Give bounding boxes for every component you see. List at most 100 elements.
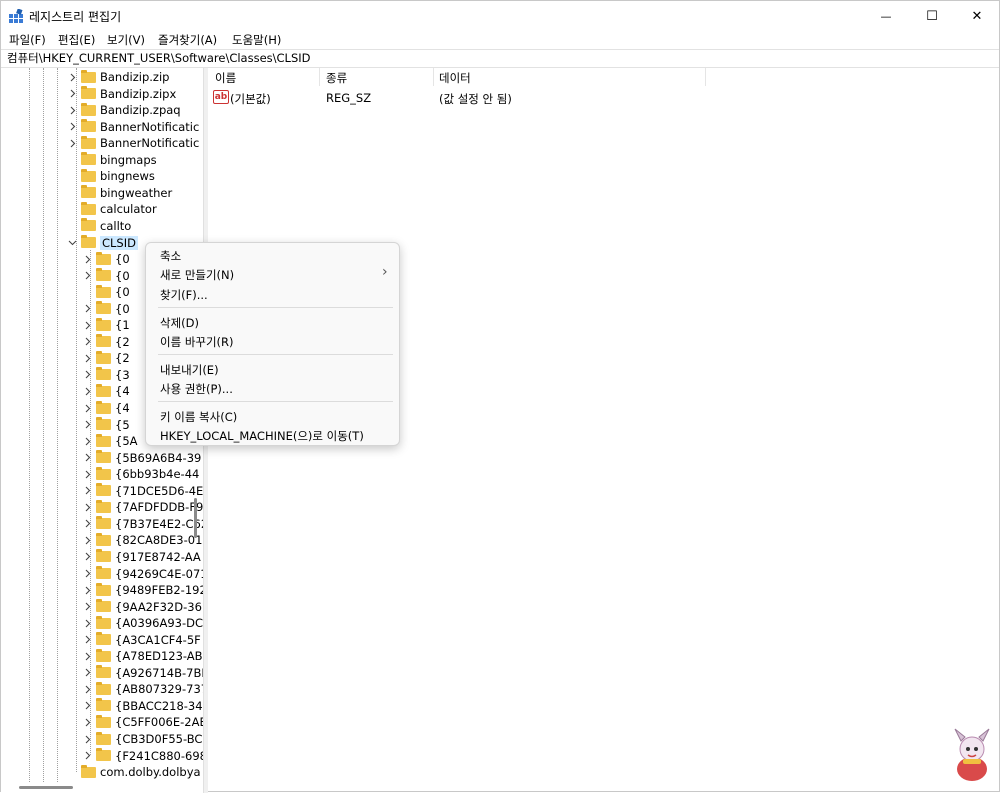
tree-item[interactable]: {71DCE5D6-4E — [96, 483, 203, 499]
tree-item[interactable]: BannerNotificatic — [81, 119, 199, 135]
chevron-right-icon[interactable] — [82, 648, 92, 664]
menu-item-go-to-hklm[interactable]: HKEY_LOCAL_MACHINE(으)로 이동(T) — [160, 428, 364, 444]
tree-item[interactable]: {BBACC218-34 — [96, 698, 203, 714]
tree-item[interactable]: {7AFDFDDB-F9 — [96, 499, 203, 515]
tree-item[interactable]: {2 — [96, 334, 130, 350]
tree-item[interactable]: {9AA2F32D-36 — [96, 599, 202, 615]
tree-item[interactable]: Bandizip.zipx — [81, 86, 176, 102]
menu-item-permissions[interactable]: 사용 권한(P)... — [160, 381, 233, 397]
column-name[interactable]: 이름 — [215, 70, 236, 86]
tree-item[interactable]: {1 — [96, 317, 130, 333]
minimize-button[interactable]: — — [863, 1, 909, 31]
menu-help[interactable]: 도움말(H) — [232, 32, 281, 48]
menu-item-new[interactable]: 새로 만들기(N) — [160, 267, 234, 283]
menu-favorites[interactable]: 즐겨찾기(A) — [158, 32, 217, 48]
tree-item[interactable]: {9489FEB2-192 — [96, 582, 203, 598]
tree-item[interactable]: callto — [81, 218, 131, 234]
tree-item[interactable]: {F241C880-698 — [96, 748, 203, 764]
chevron-right-icon[interactable] — [67, 69, 77, 85]
tree-item[interactable]: {C5FF006E-2AE — [96, 714, 203, 730]
menu-item-copy-key-name[interactable]: 키 이름 복사(C) — [160, 409, 237, 425]
chevron-right-icon[interactable] — [82, 549, 92, 565]
horizontal-scroll-thumb[interactable] — [19, 786, 73, 789]
tree-item[interactable]: {5B69A6B4-39 — [96, 450, 201, 466]
tree-item[interactable]: {A78ED123-AB — [96, 648, 203, 664]
tree-item[interactable]: {0 — [96, 251, 130, 267]
chevron-right-icon[interactable] — [67, 86, 77, 102]
chevron-right-icon[interactable] — [82, 251, 92, 267]
tree-item[interactable]: {0 — [96, 301, 130, 317]
tree-item[interactable]: {7B37E4E2-C62 — [96, 516, 203, 532]
column-divider[interactable] — [705, 68, 706, 86]
chevron-right-icon[interactable] — [82, 301, 92, 317]
chevron-down-icon[interactable] — [67, 235, 77, 251]
column-divider[interactable] — [433, 68, 434, 86]
chevron-right-icon[interactable] — [82, 748, 92, 764]
tree-horizontal-scrollbar[interactable] — [1, 782, 203, 793]
chevron-right-icon[interactable] — [82, 566, 92, 582]
tree-item[interactable]: {3 — [96, 367, 130, 383]
chevron-right-icon[interactable] — [82, 698, 92, 714]
chevron-right-icon[interactable] — [82, 433, 92, 449]
menu-item-delete[interactable]: 삭제(D) — [160, 315, 199, 331]
chevron-right-icon[interactable] — [67, 119, 77, 135]
tree-item[interactable]: bingweather — [81, 185, 172, 201]
chevron-right-icon[interactable] — [82, 417, 92, 433]
tree-item[interactable]: {A3CA1CF4-5F — [96, 632, 201, 648]
chevron-right-icon[interactable] — [82, 334, 92, 350]
tree-item[interactable]: Bandizip.zip — [81, 69, 169, 85]
tree-item[interactable]: CLSID — [81, 235, 138, 251]
tree-item[interactable]: bingnews — [81, 168, 155, 184]
chevron-right-icon[interactable] — [82, 714, 92, 730]
column-type[interactable]: 종류 — [326, 70, 347, 86]
menu-view[interactable]: 보기(V) — [107, 32, 145, 48]
tree-item[interactable]: BannerNotificatic — [81, 135, 199, 151]
menu-item-export[interactable]: 내보내기(E) — [160, 362, 219, 378]
tree-item[interactable]: {0 — [96, 268, 130, 284]
tree-item[interactable]: {A0396A93-DC — [96, 615, 203, 631]
tree-item[interactable]: {5 — [96, 417, 130, 433]
maximize-button[interactable]: ☐ — [909, 1, 955, 31]
menu-file[interactable]: 파일(F) — [9, 32, 46, 48]
tree-item[interactable]: com.dolby.dolbya — [81, 764, 201, 780]
chevron-right-icon[interactable] — [82, 599, 92, 615]
tree-item[interactable]: {AB807329-737 — [96, 681, 203, 697]
tree-item[interactable]: {2 — [96, 350, 130, 366]
chevron-right-icon[interactable] — [82, 483, 92, 499]
column-data[interactable]: 데이터 — [439, 70, 471, 86]
chevron-right-icon[interactable] — [82, 450, 92, 466]
tree-item[interactable]: {6bb93b4e-44 — [96, 466, 199, 482]
tree-scrollbar-thumb[interactable] — [194, 498, 197, 538]
tree-item[interactable]: {4 — [96, 383, 130, 399]
chevron-right-icon[interactable] — [82, 268, 92, 284]
chevron-right-icon[interactable] — [82, 466, 92, 482]
address-bar[interactable]: 컴퓨터\HKEY_CURRENT_USER\Software\Classes\C… — [1, 49, 999, 68]
menu-item-rename[interactable]: 이름 바꾸기(R) — [160, 334, 234, 350]
chevron-right-icon[interactable] — [82, 317, 92, 333]
address-path[interactable]: 컴퓨터\HKEY_CURRENT_USER\Software\Classes\C… — [7, 51, 311, 65]
chevron-right-icon[interactable] — [67, 135, 77, 151]
chevron-right-icon[interactable] — [82, 516, 92, 532]
menu-item-collapse[interactable]: 축소 — [160, 248, 181, 264]
chevron-right-icon[interactable] — [82, 532, 92, 548]
chevron-right-icon[interactable] — [82, 665, 92, 681]
menu-item-find[interactable]: 찾기(F)... — [160, 287, 208, 303]
chevron-right-icon[interactable] — [82, 582, 92, 598]
tree-item[interactable]: {0 — [96, 284, 130, 300]
tree-item[interactable]: calculator — [81, 201, 157, 217]
chevron-right-icon[interactable] — [82, 383, 92, 399]
chevron-right-icon[interactable] — [82, 400, 92, 416]
tree-item[interactable]: bingmaps — [81, 152, 157, 168]
chevron-right-icon[interactable] — [82, 615, 92, 631]
table-row[interactable]: ab (기본값) REG_SZ (값 설정 안 됨) — [208, 89, 999, 107]
menu-edit[interactable]: 편집(E) — [58, 32, 95, 48]
chevron-right-icon[interactable] — [82, 499, 92, 515]
tree-item[interactable]: {CB3D0F55-BC — [96, 731, 202, 747]
tree-item[interactable]: {5A — [96, 433, 138, 449]
tree-item[interactable]: {917E8742-AA — [96, 549, 201, 565]
chevron-right-icon[interactable] — [82, 632, 92, 648]
chevron-right-icon[interactable] — [82, 350, 92, 366]
chevron-right-icon[interactable] — [82, 731, 92, 747]
column-divider[interactable] — [319, 68, 320, 86]
tree-item[interactable]: {82CA8DE3-01 — [96, 532, 202, 548]
